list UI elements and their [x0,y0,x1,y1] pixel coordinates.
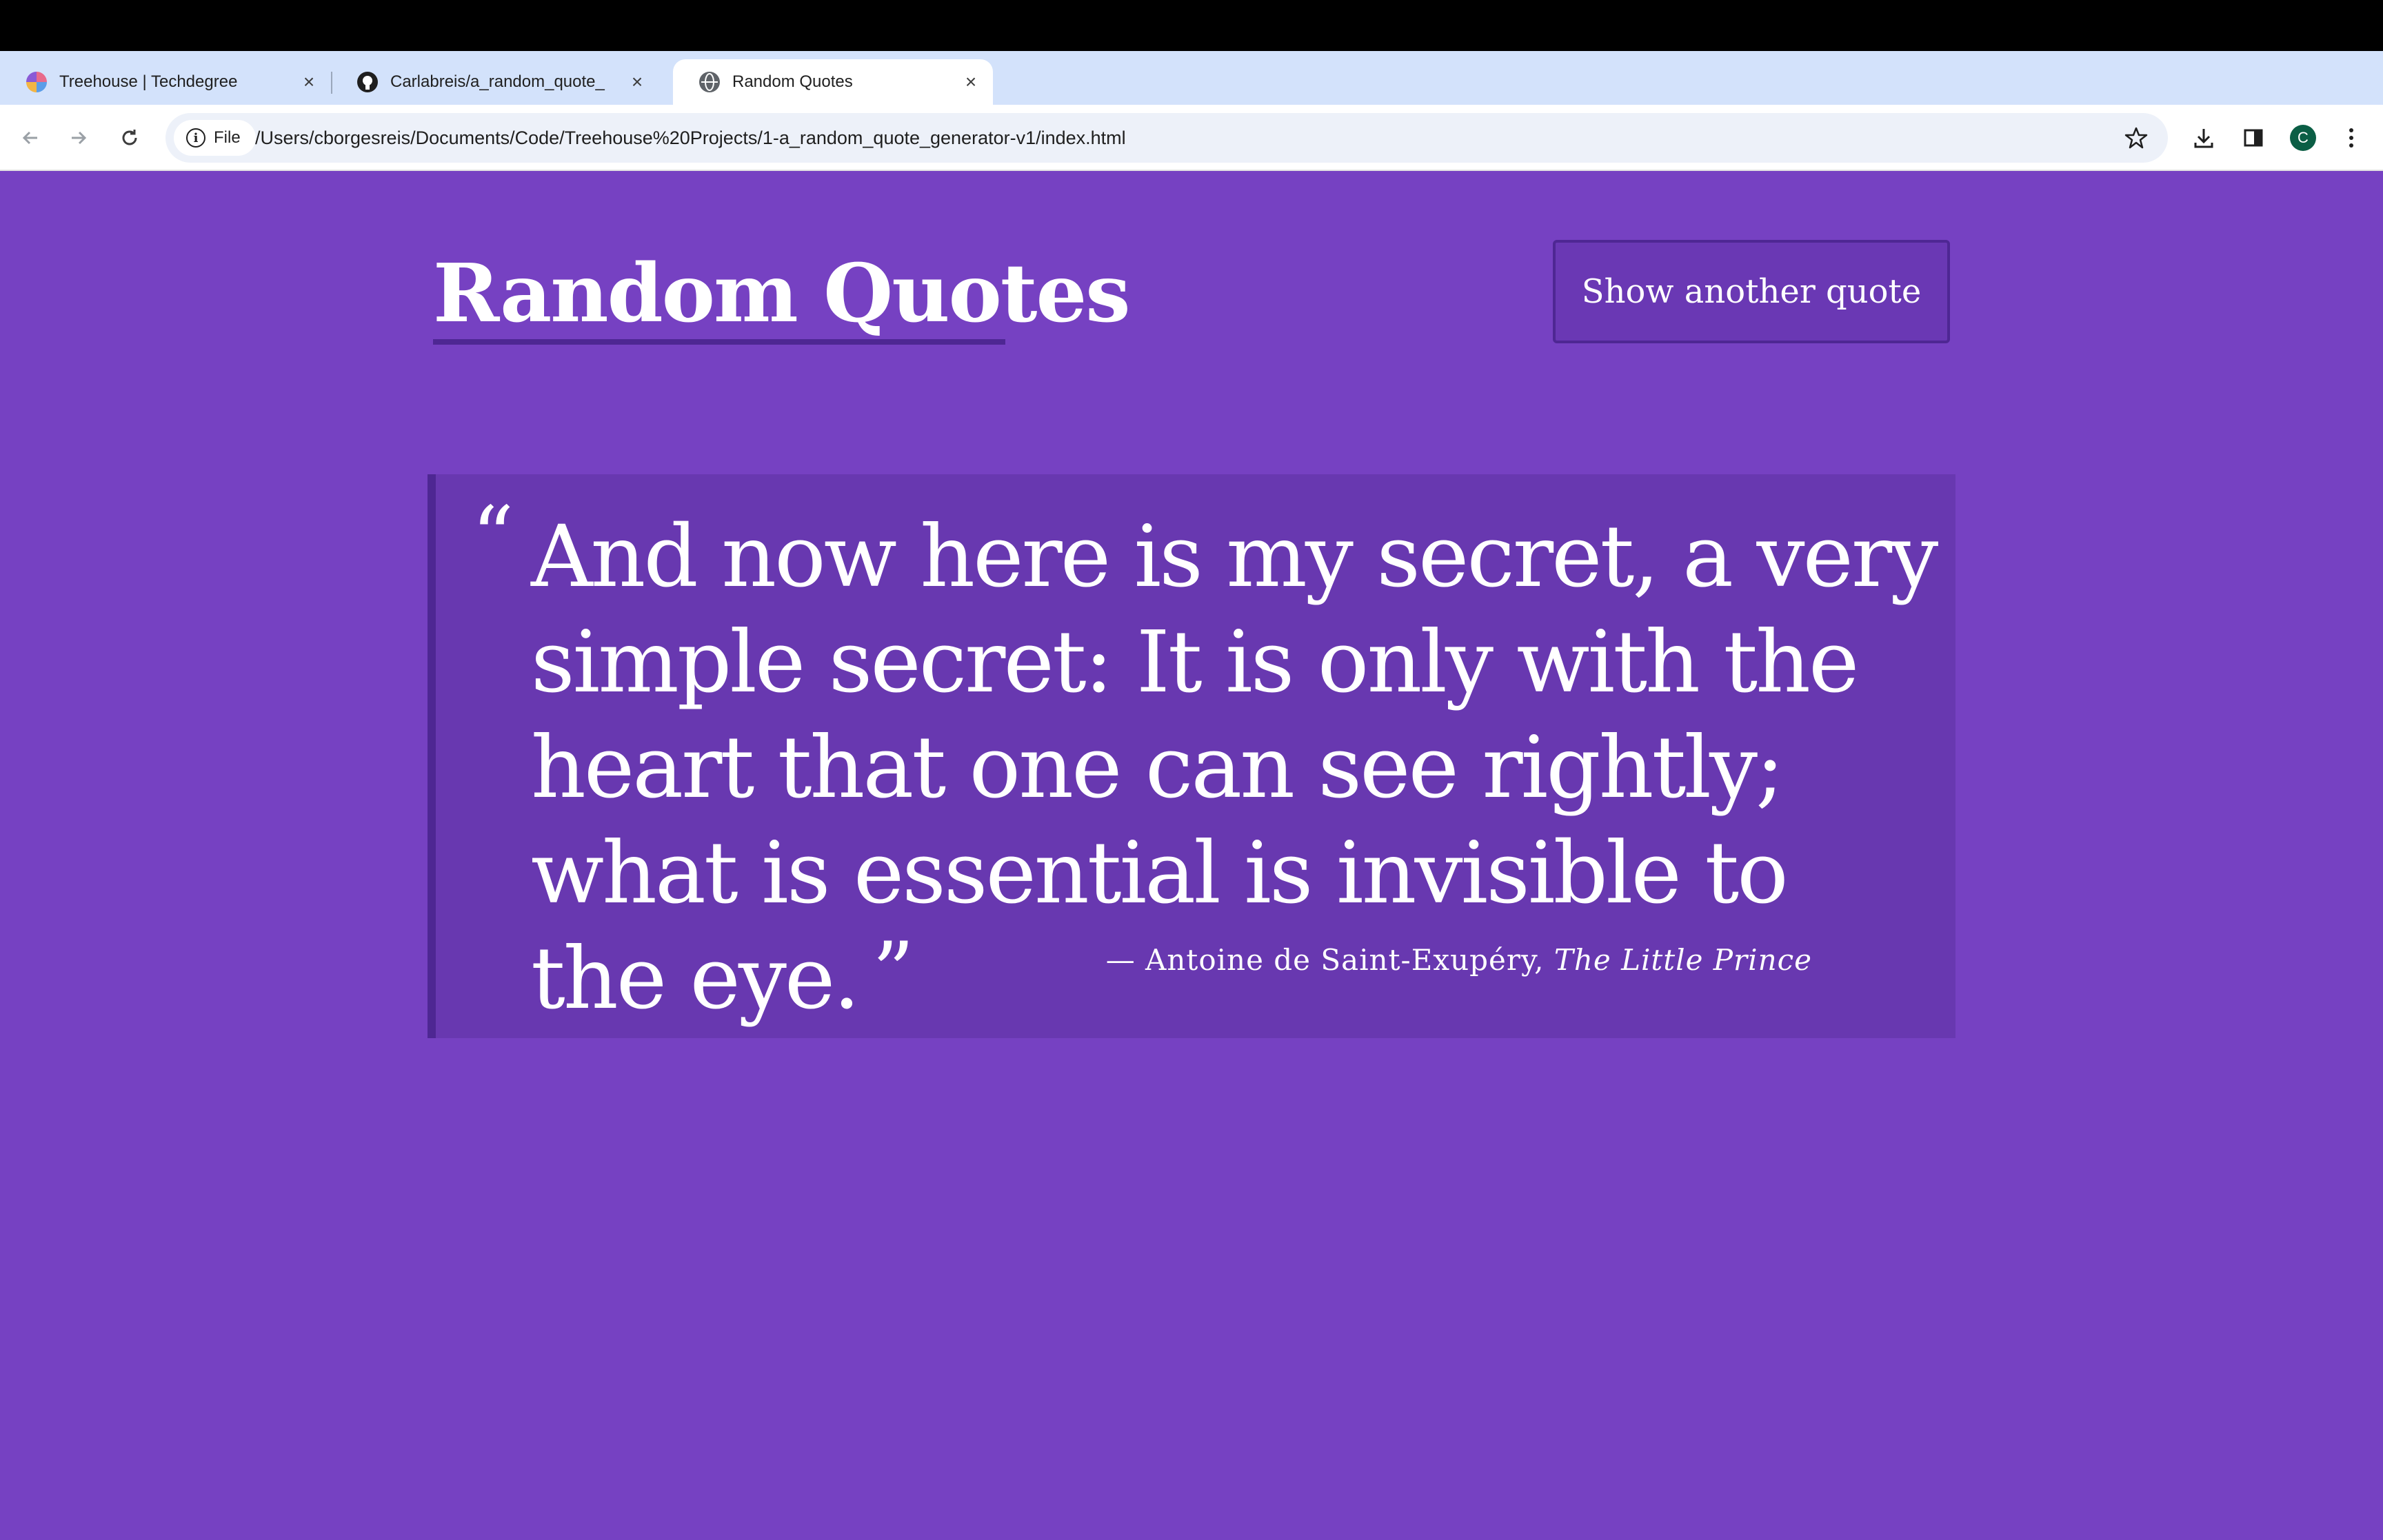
page-viewport: Random Quotes Show another quote “ And n… [0,171,2383,1540]
tab-random-quotes[interactable]: Random Quotes × [673,59,993,105]
open-quote-mark: “ [472,489,514,585]
reload-icon[interactable] [116,124,143,152]
download-icon[interactable] [2189,123,2219,153]
tab-title: Carlabreis/a_random_quote_ [390,72,605,91]
tab-treehouse[interactable]: Treehouse | Techdegree × [0,59,331,105]
macos-menu-bar [0,0,2383,51]
info-icon: i [186,128,205,148]
forward-arrow-icon[interactable] [65,124,92,152]
github-icon [357,72,378,92]
close-quote-mark: ” [872,925,914,1021]
profile-avatar[interactable]: C [2288,123,2318,153]
globe-icon [699,72,720,92]
tab-github[interactable]: Carlabreis/a_random_quote_ × [331,59,659,105]
site-info-label: File [214,128,241,147]
address-bar[interactable]: i File /Users/cborgesreis/Documents/Code… [165,113,2168,163]
quote-author: — Antoine de Saint-Exupéry, [1105,943,1554,977]
site-info-chip[interactable]: i File [174,120,256,156]
quote-box: “ And now here is my secret, a very simp… [428,474,1955,1038]
page-title: Random Quotes [433,247,1131,341]
browser-toolbar: i File /Users/cborgesreis/Documents/Code… [0,105,2383,171]
close-icon[interactable]: × [625,70,650,94]
title-underline [433,339,1005,345]
url-text[interactable]: /Users/cborgesreis/Documents/Code/Treeho… [255,113,1126,163]
show-another-quote-button[interactable]: Show another quote [1553,240,1950,343]
bookmark-star-icon[interactable] [2124,125,2149,150]
side-panel-icon[interactable] [2238,123,2269,153]
back-arrow-icon[interactable] [17,124,44,152]
close-icon[interactable]: × [958,70,983,94]
quote-source: — Antoine de Saint-Exupéry, The Little P… [1106,943,1812,977]
close-icon[interactable]: × [296,70,321,94]
avatar-initial: C [2290,125,2316,151]
tab-strip: Treehouse | Techdegree × Carlabreis/a_ra… [0,51,2383,145]
kebab-menu-icon[interactable] [2336,123,2366,153]
quote-citation: The Little Prince [1554,943,1812,977]
tab-title: Random Quotes [732,72,853,91]
tab-title: Treehouse | Techdegree [59,72,238,91]
treehouse-icon [26,72,47,92]
